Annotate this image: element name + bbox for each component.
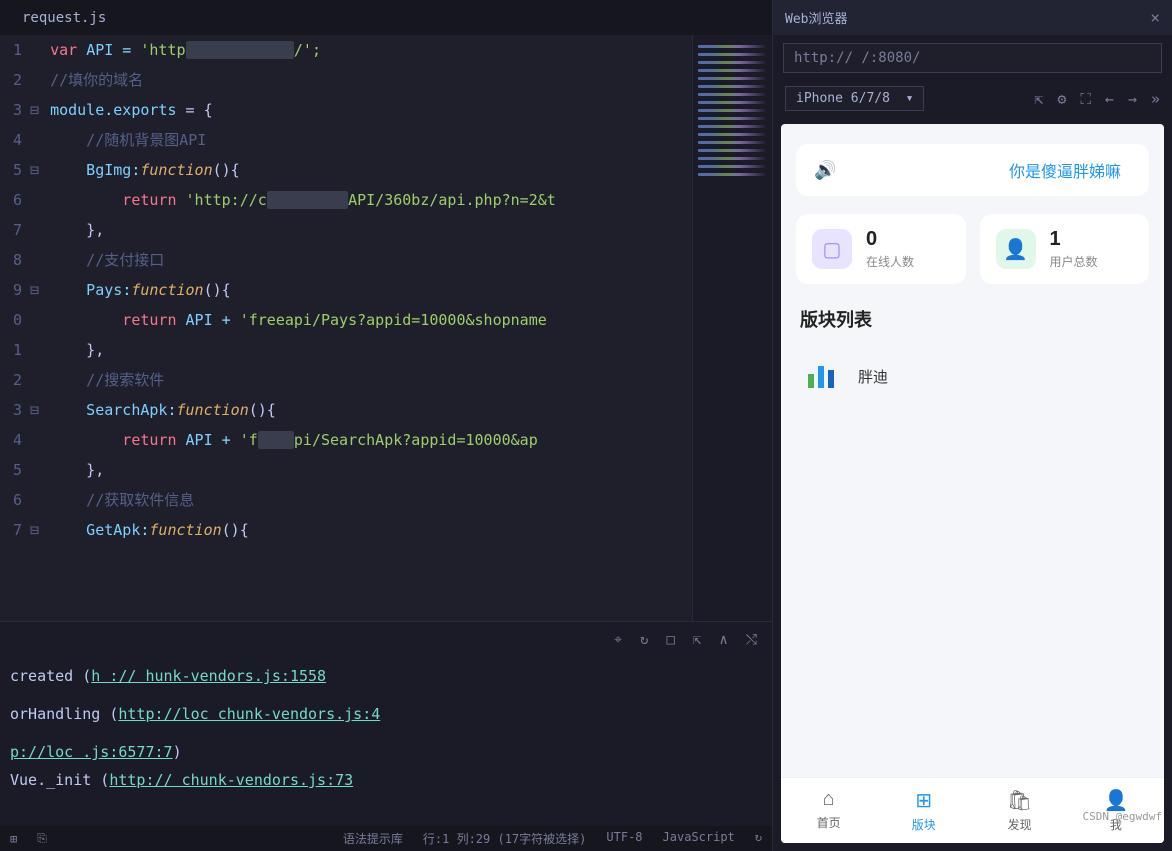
stat-online-label: 在线人数 bbox=[866, 253, 914, 270]
nav-home[interactable]: ⌂ 首页 bbox=[817, 788, 841, 833]
nav-discover[interactable]: 🛍 发现 bbox=[1007, 788, 1032, 833]
collapse-up-icon[interactable]: ∧ bbox=[719, 632, 727, 648]
browser-tab-header: Web浏览器 × bbox=[773, 0, 1172, 35]
stat-online[interactable]: ▢ 0 在线人数 bbox=[796, 214, 966, 284]
debug-icon[interactable]: ⌖ bbox=[614, 632, 622, 648]
stat-online-value: 0 bbox=[866, 228, 914, 251]
back-icon[interactable]: ← bbox=[1105, 90, 1114, 108]
grid-icon: ⊞ bbox=[915, 788, 932, 813]
console-output[interactable]: created (h :// hunk-vendors.js:1558 orHa… bbox=[0, 657, 772, 826]
block-icon bbox=[800, 354, 844, 398]
tab-bar: request.js bbox=[0, 0, 772, 35]
sync-icon[interactable]: ↻ bbox=[755, 830, 762, 847]
code-content[interactable]: var API = 'httpxxxxxxxxxxxx/'; //填你的域名 ⊟… bbox=[30, 35, 692, 621]
settings-icon[interactable]: ⚙ bbox=[1057, 90, 1066, 108]
device-selector[interactable]: iPhone 6/7/8 ▾ bbox=[785, 86, 924, 111]
shuffle-icon[interactable]: ⤭ bbox=[746, 632, 757, 648]
language[interactable]: JavaScript bbox=[663, 830, 735, 847]
section-title: 版块列表 bbox=[796, 306, 1149, 332]
users-icon: 👤 bbox=[996, 229, 1036, 269]
stat-users[interactable]: 👤 1 用户总数 bbox=[980, 214, 1150, 284]
watermark: CSDN @egwdwf bbox=[1083, 810, 1162, 823]
browser-panel: Web浏览器 × http:// /:8080/ iPhone 6/7/8 ▾ … bbox=[772, 0, 1172, 851]
console-panel: ⌖ ↻ □ ⇱ ∧ ⤭ created (h :// hunk-vendors.… bbox=[0, 621, 772, 826]
stop-icon[interactable]: □ bbox=[666, 632, 674, 648]
console-toolbar: ⌖ ↻ □ ⇱ ∧ ⤭ bbox=[0, 622, 772, 657]
file-tab[interactable]: request.js bbox=[10, 2, 118, 34]
cursor-position[interactable]: 行:1 列:29 (17字符被选择) bbox=[423, 830, 586, 847]
minimap[interactable] bbox=[692, 35, 772, 621]
notice-banner[interactable]: 🔊 你是傻逼胖娣嘛 bbox=[796, 144, 1149, 196]
preview-frame[interactable]: 🔊 你是傻逼胖娣嘛 ▢ 0 在线人数 👤 1 bbox=[781, 124, 1164, 843]
line-gutter: 1 2 3 4 5 6 7 8 9 0 1 2 3 4 5 6 7 bbox=[0, 35, 30, 621]
code-editor[interactable]: 1 2 3 4 5 6 7 8 9 0 1 2 3 4 5 6 7 var AP… bbox=[0, 35, 772, 621]
status-bar: ⊞ ⎘ 语法提示库 行:1 列:29 (17字符被选择) UTF-8 JavaS… bbox=[0, 826, 772, 851]
encoding[interactable]: UTF-8 bbox=[606, 830, 642, 847]
block-item[interactable]: 胖迪 bbox=[796, 346, 1149, 406]
home-icon: ⌂ bbox=[823, 788, 835, 811]
url-input[interactable]: http:// /:8080/ bbox=[783, 43, 1162, 73]
open-external-icon[interactable]: ⇱ bbox=[1034, 90, 1043, 108]
stat-users-label: 用户总数 bbox=[1050, 253, 1098, 270]
close-icon[interactable]: × bbox=[1150, 8, 1160, 27]
sound-icon: 🔊 bbox=[814, 160, 836, 181]
browser-tab-title: Web浏览器 bbox=[785, 8, 1150, 27]
nav-blocks[interactable]: ⊞ 版块 bbox=[912, 788, 936, 833]
browser-toolbar: iPhone 6/7/8 ▾ ⇱ ⚙ ⛶ ← → » bbox=[773, 81, 1172, 116]
discover-icon: 🛍 bbox=[1007, 788, 1032, 813]
export-icon[interactable]: ⇱ bbox=[693, 632, 701, 648]
stat-users-value: 1 bbox=[1050, 228, 1098, 251]
syntax-lib[interactable]: 语法提示库 bbox=[343, 830, 403, 847]
status-icon[interactable]: ⊞ bbox=[10, 832, 17, 846]
more-icon[interactable]: » bbox=[1151, 90, 1160, 108]
online-icon: ▢ bbox=[812, 229, 852, 269]
terminal-icon[interactable]: ⎘ bbox=[37, 831, 47, 846]
block-name: 胖迪 bbox=[858, 366, 888, 387]
editor-panel: request.js 1 2 3 4 5 6 7 8 9 0 1 2 3 4 5… bbox=[0, 0, 772, 851]
restart-icon[interactable]: ↻ bbox=[640, 632, 648, 648]
banner-text: 你是傻逼胖娣嘛 bbox=[1009, 158, 1121, 182]
forward-icon[interactable]: → bbox=[1128, 90, 1137, 108]
screenshot-icon[interactable]: ⛶ bbox=[1080, 90, 1091, 108]
